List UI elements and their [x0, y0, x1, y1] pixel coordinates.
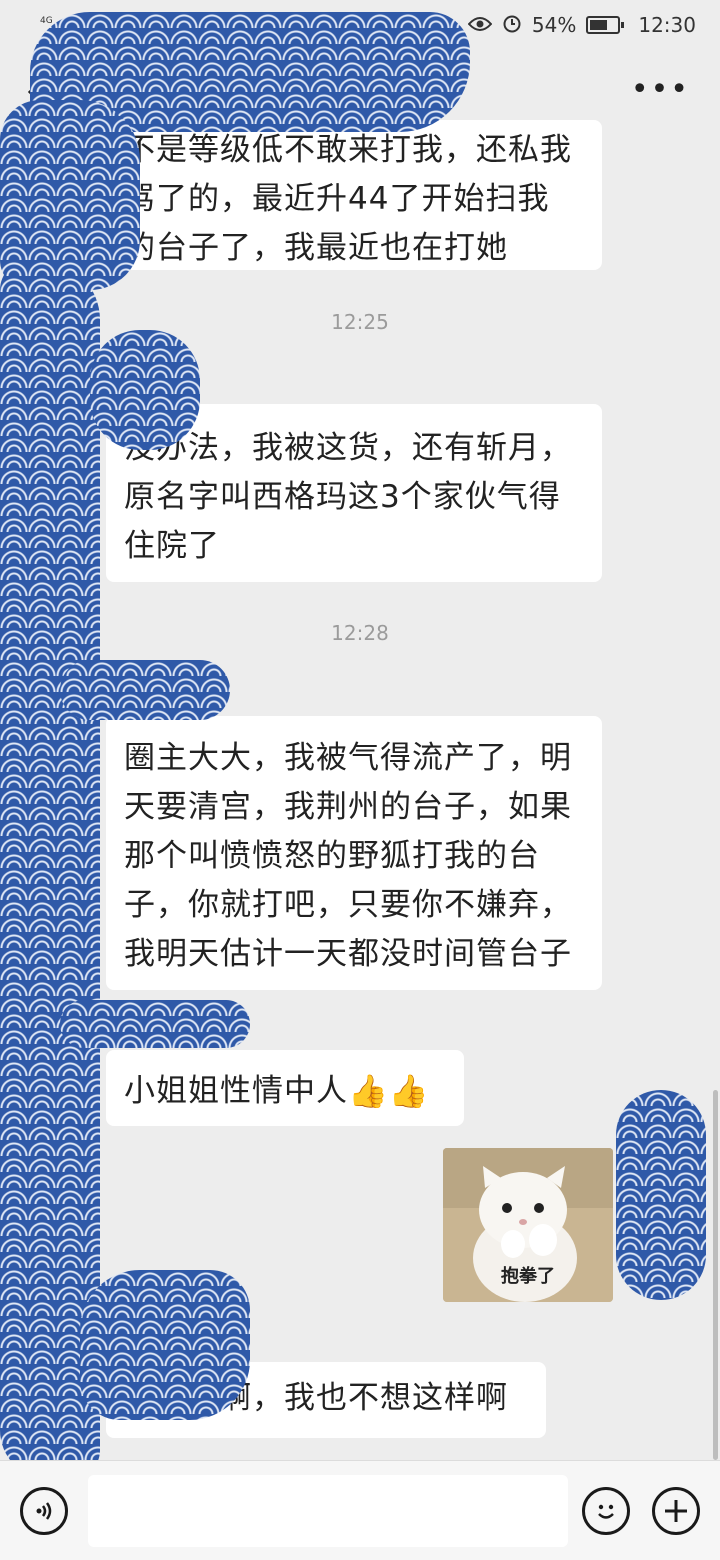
message-line: 骂了的，最近升44了开始扫我	[124, 181, 550, 217]
more-button[interactable]: •••	[631, 72, 690, 107]
message-bubble-3[interactable]: 圈主大大，我被气得流产了，明 天要清宫，我荆州的台子，如果 那个叫愤愤怒的野狐打…	[106, 716, 602, 990]
message-line: 原名字叫西格玛这3个家伙气得	[124, 479, 561, 515]
voice-button[interactable]	[20, 1487, 68, 1535]
message-text: 小姐姐性情中人	[124, 1072, 348, 1109]
message-line: 子，你就打吧，只要你不嫌弃，	[124, 887, 572, 923]
emoji-icon	[598, 1504, 614, 1519]
message-line: 不是等级低不敢来打我，还私我	[124, 132, 572, 168]
message-line: 天要清宫，我荆州的台子，如果	[124, 789, 572, 825]
message-line: 住院了	[124, 528, 220, 564]
scrollbar[interactable]	[713, 1090, 718, 1460]
battery-icon	[586, 16, 625, 34]
emoji-button[interactable]	[582, 1487, 630, 1535]
timestamp: 12:28	[331, 621, 389, 645]
voice-icon	[36, 1502, 52, 1520]
timestamp: 12:25	[331, 310, 389, 334]
clock: 12:30	[638, 13, 696, 37]
redaction-blob-2	[60, 660, 230, 720]
plus-icon	[665, 1500, 687, 1522]
battery-percent: 54%	[531, 13, 577, 37]
redaction-avatar-column	[0, 260, 100, 1480]
message-input[interactable]	[88, 1475, 568, 1547]
redaction-blob-4	[80, 1270, 250, 1420]
redaction-blob-3	[60, 1000, 250, 1048]
thumbs-up-emoji: 👍👍	[348, 1071, 430, 1110]
message-bubble-1[interactable]: 不是等级低不敢来打我，还私我 骂了的，最近升44了开始扫我 的台子了，我最近也在…	[106, 120, 602, 270]
cat-sticker[interactable]: 抱拳了	[443, 1148, 613, 1302]
sticker-caption: 抱拳了	[501, 1266, 555, 1287]
message-line: 圈主大大，我被气得流产了，明	[124, 740, 572, 776]
status-right: 54% 12:30	[467, 13, 696, 38]
input-bar	[0, 1460, 720, 1560]
message-line: 那个叫愤愤怒的野狐打我的台	[124, 838, 540, 874]
eye-icon	[467, 13, 493, 37]
redaction-blob-1	[90, 330, 200, 450]
alarm-icon	[502, 13, 522, 38]
message-bubble-4[interactable]: 小姐姐性情中人 👍👍	[106, 1050, 464, 1126]
redaction-right-avatar	[616, 1090, 706, 1300]
message-line: 没办法，我被这货，还有斩月，	[124, 430, 572, 466]
message-line: 的台子了，我最近也在打她	[124, 230, 508, 266]
plus-button[interactable]	[652, 1487, 700, 1535]
message-line: 我明天估计一天都没时间管台子	[124, 936, 572, 972]
